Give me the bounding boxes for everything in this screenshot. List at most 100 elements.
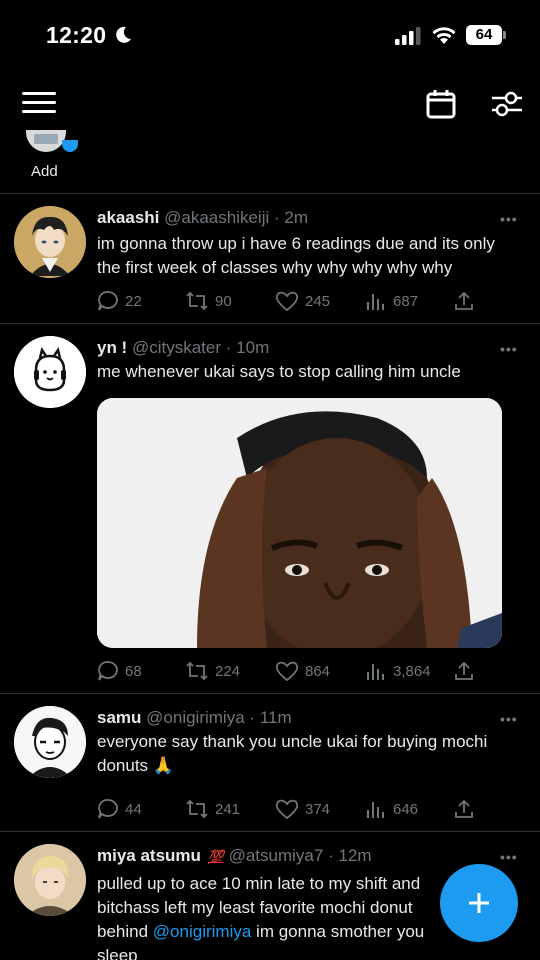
like-count: 374 bbox=[305, 800, 331, 818]
heart-icon bbox=[275, 661, 299, 682]
handle[interactable]: @cityskater bbox=[132, 338, 221, 357]
tweet-actions: 22 90 245 687 bbox=[97, 288, 487, 314]
avatar[interactable] bbox=[14, 206, 86, 278]
avatar-illustration bbox=[14, 206, 86, 278]
status-bar: 12:20 64 bbox=[0, 0, 540, 70]
avatar-illustration bbox=[14, 844, 86, 916]
timestamp: 12m bbox=[338, 846, 372, 865]
timestamp: 11m bbox=[259, 708, 292, 727]
add-plus-icon[interactable] bbox=[62, 140, 78, 152]
timestamp: 2m bbox=[284, 208, 309, 227]
view-count: 687 bbox=[393, 292, 419, 310]
share-icon bbox=[455, 291, 473, 310]
views-icon bbox=[367, 664, 384, 680]
more-options-icon[interactable]: ••• bbox=[500, 849, 518, 865]
display-name[interactable]: yn ! bbox=[97, 338, 127, 357]
battery-icon: 64 bbox=[466, 25, 502, 45]
mention-link[interactable]: @onigirimiya bbox=[153, 922, 252, 941]
tweet-header: yn ! @cityskater · 10m bbox=[97, 338, 269, 358]
tweet-text-line: im gonna throw up i have 6 readings due … bbox=[97, 234, 495, 253]
add-label[interactable]: Add bbox=[31, 163, 58, 180]
moon-icon bbox=[116, 26, 131, 43]
reply-icon bbox=[98, 291, 118, 311]
more-options-icon[interactable]: ••• bbox=[500, 711, 518, 727]
separator: · bbox=[328, 846, 334, 865]
tweet-actions: 68 224 864 3,864 bbox=[97, 658, 487, 684]
tweet[interactable]: yn ! @cityskater · 10m ••• me whenever u… bbox=[0, 324, 540, 694]
retweet-count: 90 bbox=[215, 292, 232, 310]
avatar[interactable] bbox=[14, 336, 86, 408]
status-time: 12:20 bbox=[46, 22, 107, 48]
retweet-button[interactable]: 241 bbox=[185, 796, 240, 822]
tweet-text-line: me whenever ukai says to stop calling hi… bbox=[97, 362, 461, 381]
more-options-icon[interactable]: ••• bbox=[500, 341, 518, 357]
views-button[interactable]: 3,864 bbox=[365, 658, 431, 684]
views-icon bbox=[367, 294, 384, 310]
retweet-button[interactable]: 90 bbox=[185, 288, 232, 314]
display-name[interactable]: samu bbox=[97, 708, 141, 727]
view-count: 646 bbox=[393, 800, 419, 818]
views-button[interactable]: 687 bbox=[365, 288, 418, 314]
display-name[interactable]: akaashi bbox=[97, 208, 159, 227]
avatar[interactable] bbox=[14, 706, 86, 778]
views-icon bbox=[367, 802, 384, 818]
tweet-header: samu @onigirimiya · 11m bbox=[97, 708, 292, 728]
top-toolbar bbox=[0, 82, 540, 130]
separator: · bbox=[249, 708, 256, 727]
tweet-text-line: everyone say thank you uncle ukai for bu… bbox=[97, 732, 488, 751]
reply-icon bbox=[98, 661, 118, 681]
reply-button[interactable]: 22 bbox=[97, 288, 142, 314]
tweet-text-fragment: behind bbox=[97, 922, 149, 941]
avatar-illustration bbox=[14, 706, 86, 778]
views-button[interactable]: 646 bbox=[365, 796, 418, 822]
filter-sliders-icon[interactable] bbox=[490, 89, 524, 119]
handle[interactable]: @atsumiya7 bbox=[229, 846, 324, 865]
retweet-button[interactable]: 224 bbox=[185, 658, 240, 684]
tweet-header: miya atsumu 💯 @atsumiya7 · 12m bbox=[97, 846, 372, 866]
like-count: 864 bbox=[305, 662, 331, 680]
compose-tweet-button[interactable] bbox=[440, 864, 518, 942]
retweet-icon bbox=[186, 799, 208, 819]
display-name[interactable]: miya atsumu bbox=[97, 846, 201, 865]
avatar[interactable] bbox=[14, 844, 86, 916]
fleets-strip: Add bbox=[0, 130, 540, 194]
share-button[interactable] bbox=[453, 658, 481, 684]
cellular-signal-icon bbox=[395, 27, 421, 45]
tweet-text: everyone say thank you uncle ukai for bu… bbox=[97, 730, 517, 778]
tweet-text-fragment: im gonna smother you bbox=[256, 922, 425, 941]
reply-icon bbox=[98, 799, 118, 819]
more-options-icon[interactable]: ••• bbox=[500, 211, 518, 227]
reply-button[interactable]: 44 bbox=[97, 796, 142, 822]
reply-button[interactable]: 68 bbox=[97, 658, 142, 684]
tweet[interactable]: akaashi @akaashikeiji · 2m ••• im gonna … bbox=[0, 194, 540, 324]
reply-count: 44 bbox=[125, 800, 142, 818]
handle[interactable]: @onigirimiya bbox=[146, 708, 245, 727]
like-button[interactable]: 374 bbox=[275, 796, 330, 822]
avatar-illustration bbox=[14, 336, 86, 408]
like-count: 245 bbox=[305, 292, 331, 310]
share-button[interactable] bbox=[453, 288, 481, 314]
handle[interactable]: @akaashikeiji bbox=[164, 208, 269, 227]
reply-count: 22 bbox=[125, 292, 142, 310]
tweet-media-image[interactable] bbox=[97, 398, 502, 648]
share-icon bbox=[455, 799, 473, 818]
hundred-points-emoji: 💯 bbox=[207, 849, 224, 864]
reply-count: 68 bbox=[125, 662, 142, 680]
tweet[interactable]: samu @onigirimiya · 11m ••• everyone say… bbox=[0, 694, 540, 832]
tweet-header: akaashi @akaashikeiji · 2m bbox=[97, 208, 308, 228]
share-icon bbox=[455, 661, 473, 680]
like-button[interactable]: 245 bbox=[275, 288, 330, 314]
menu-icon[interactable] bbox=[22, 92, 56, 116]
retweet-count: 224 bbox=[215, 662, 241, 680]
timestamp: 10m bbox=[236, 338, 270, 357]
heart-icon bbox=[275, 799, 299, 820]
share-button[interactable] bbox=[453, 796, 481, 822]
retweet-icon bbox=[186, 291, 208, 311]
tweet-text-line: sleep bbox=[97, 946, 138, 960]
photo-man-covering-ears bbox=[97, 398, 502, 648]
own-avatar[interactable] bbox=[26, 130, 66, 152]
wifi-icon bbox=[432, 27, 456, 44]
plus-icon bbox=[469, 893, 489, 913]
like-button[interactable]: 864 bbox=[275, 658, 330, 684]
calendar-icon[interactable] bbox=[426, 89, 456, 119]
